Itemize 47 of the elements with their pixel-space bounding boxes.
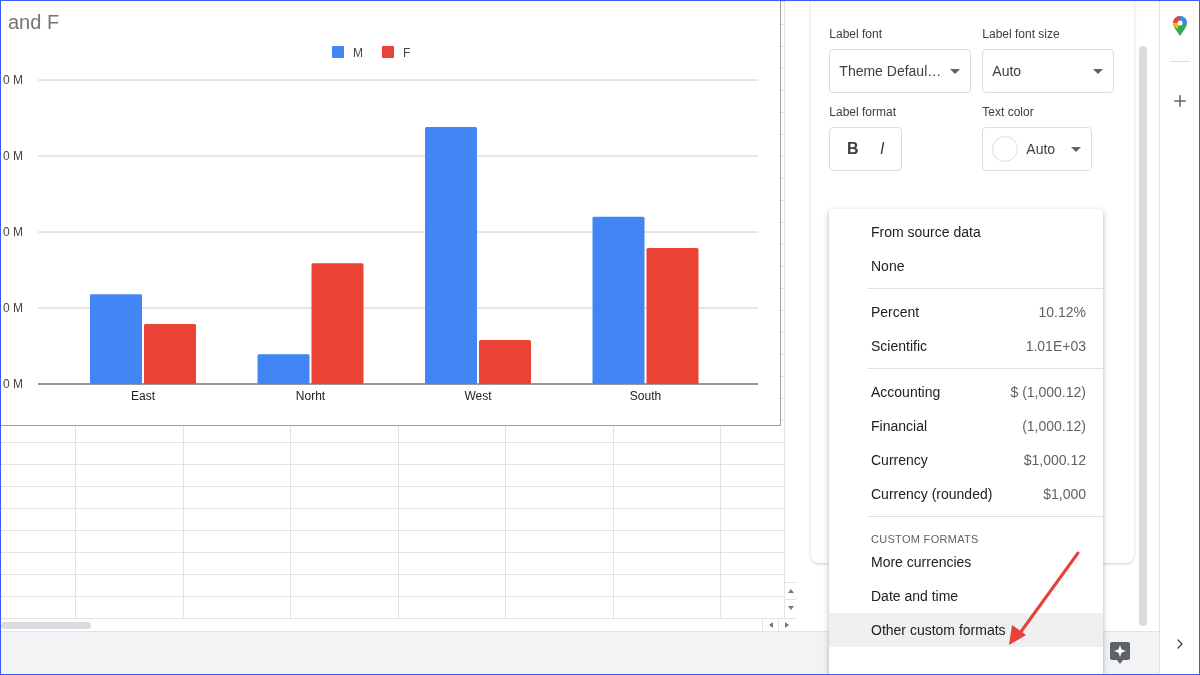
axis-tick-label: 0 M [3, 73, 23, 87]
dropdown-caret-icon [950, 68, 961, 74]
menu-item[interactable]: More currencies [829, 545, 1103, 579]
category-label: West [464, 389, 492, 403]
menu-item[interactable]: Percent 10.12% [829, 295, 1103, 329]
scrollbar-thumb[interactable] [1, 621, 91, 629]
italic-button[interactable]: I [876, 138, 889, 160]
axis-tick-label: 0 M [3, 149, 23, 163]
color-swatch-icon [992, 136, 1019, 162]
axis-tick-label: 0 M [3, 225, 23, 239]
category-label: East [131, 389, 155, 403]
axis-tick-label: 0 M [3, 377, 23, 391]
chart-bar [479, 339, 531, 384]
menu-item[interactable]: Accounting $ (1,000.12) [829, 375, 1103, 409]
scrollbar-thumb[interactable] [1139, 46, 1148, 626]
menu-item[interactable]: Scientific 1.01E+03 [829, 329, 1103, 363]
menu-item[interactable]: Currency (rounded) $1,000 [829, 477, 1103, 511]
dropdown-caret-icon [1071, 146, 1082, 152]
category-label: South [629, 389, 662, 403]
chart-title: and F [8, 11, 60, 33]
menu-item[interactable]: From source data [829, 215, 1103, 249]
field-label: Label font size [982, 27, 1061, 41]
chart-bar [144, 323, 196, 384]
map-pin-icon[interactable] [1172, 16, 1187, 36]
color-dropdown[interactable]: Auto [982, 127, 1093, 171]
axis-tick-label: 0 M [3, 301, 23, 315]
font-size-dropdown[interactable]: Auto [982, 49, 1115, 93]
field-label: Label format [829, 105, 898, 119]
field-label: Text color [982, 105, 1035, 119]
font-dropdown[interactable]: Theme Defaul… [829, 49, 972, 93]
menu-item[interactable]: Financial (1,000.12) [829, 409, 1103, 443]
menu-item[interactable]: Date and time [829, 579, 1103, 613]
feedback-icon[interactable] [1110, 642, 1131, 664]
bold-button[interactable]: B [843, 138, 863, 160]
scroll-down-icon[interactable] [788, 606, 795, 610]
dropdown-caret-icon [1093, 68, 1104, 74]
scroll-up-icon[interactable] [788, 589, 795, 593]
scroll-left-icon[interactable] [768, 622, 773, 628]
menu-section-header: CUSTOM FORMATS [870, 532, 980, 545]
menu-item[interactable]: Currency $1,000.12 [829, 443, 1103, 477]
field-label: Label font [829, 27, 884, 41]
menu-item[interactable]: Other custom formats [829, 613, 1103, 647]
category-label: Norht [295, 389, 326, 403]
menu-item[interactable]: None [829, 249, 1103, 283]
legend-label: F [403, 46, 411, 60]
scroll-right-icon[interactable] [784, 622, 789, 628]
legend-label: M [353, 46, 363, 60]
